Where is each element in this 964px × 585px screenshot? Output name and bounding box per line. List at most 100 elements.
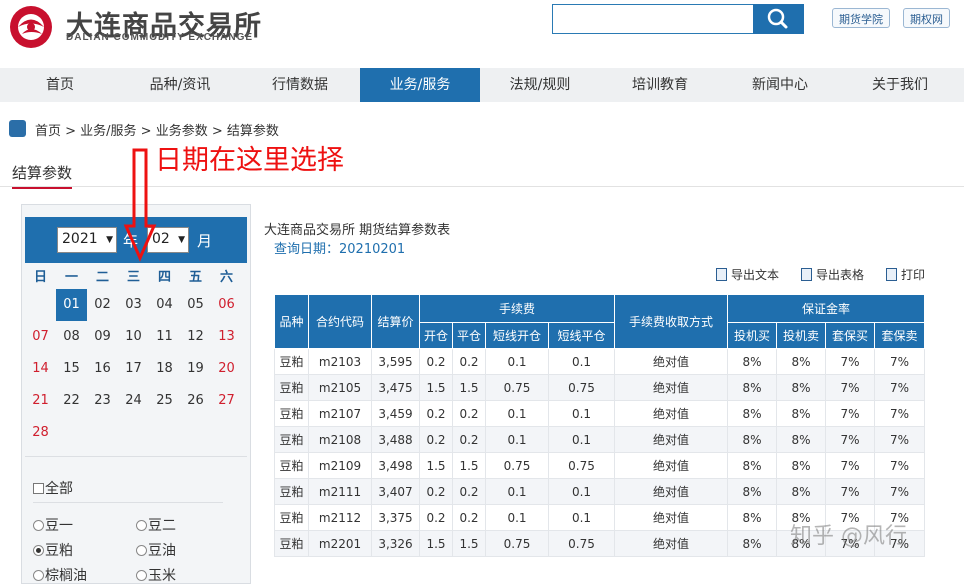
calendar-day[interactable]: 27 (211, 385, 242, 417)
calendar-week: 28 (25, 417, 247, 449)
document-icon (716, 268, 727, 281)
calendar-day[interactable]: 15 (56, 353, 87, 385)
table-cell: 0.75 (548, 452, 615, 479)
variety-radio[interactable]: 豆二 (136, 515, 176, 535)
col-close: 平仓 (452, 322, 486, 349)
table-cell: 0.75 (548, 374, 615, 401)
calendar-empty-cell (87, 417, 118, 449)
calendar-day[interactable]: 21 (25, 385, 56, 417)
table-cell: 0.2 (452, 426, 486, 453)
nav-business[interactable]: 业务/服务 (360, 68, 480, 102)
table-cell: 1.5 (419, 530, 453, 557)
main-nav: 首页 品种/资讯 行情数据 业务/服务 法规/规则 培训教育 新闻中心 关于我们 (0, 68, 964, 102)
table-cell: m2111 (308, 478, 372, 505)
table-cell: m2109 (308, 452, 372, 479)
table-cell: 0.2 (452, 348, 486, 375)
table-cell: 3,326 (371, 530, 420, 557)
export-text-button[interactable]: 导出文本 (716, 266, 779, 283)
table-cell: 3,375 (371, 504, 420, 531)
table-row: 豆粕 m2107 3,459 0.2 0.2 0.1 0.1 绝对值 8% 8% 7% 7% (274, 400, 925, 427)
calendar-day[interactable]: 16 (87, 353, 118, 385)
select-all-checkbox[interactable]: 全部 (33, 478, 73, 498)
col-margin-group: 保证金率 (727, 294, 925, 323)
print-button[interactable]: 打印 (886, 266, 925, 283)
variety-radio[interactable]: 豆粕 (33, 540, 73, 560)
variety-radio[interactable]: 棕榈油 (33, 565, 87, 585)
calendar-day[interactable]: 02 (87, 289, 118, 321)
logo[interactable]: 大连商品交易所 DALIAN COMMODITY EXCHANGE (8, 2, 268, 52)
calendar-week: 14 15 16 17 18 19 20 (25, 353, 247, 385)
futures-academy-link[interactable]: 期货学院 (832, 8, 890, 28)
variety-label: 豆粕 (45, 543, 73, 559)
search-icon (767, 8, 788, 29)
nav-home[interactable]: 首页 (0, 68, 120, 102)
table-cell: 3,595 (371, 348, 420, 375)
table-cell: 3,475 (371, 374, 420, 401)
calendar-day[interactable]: 09 (87, 321, 118, 353)
variety-label: 豆油 (148, 543, 176, 559)
month-unit: 月 (197, 232, 213, 250)
table-title: 大连商品交易所 期货结算参数表 (264, 223, 451, 238)
calendar-day[interactable]: 06 (211, 289, 242, 321)
calendar-empty-cell (56, 417, 87, 449)
col-variety: 品种 (274, 294, 309, 349)
calendar-day[interactable]: 19 (180, 353, 211, 385)
options-site-link[interactable]: 期权网 (903, 8, 950, 28)
calendar-day[interactable]: 26 (180, 385, 211, 417)
table-cell: 8% (776, 400, 826, 427)
nav-training[interactable]: 培训教育 (600, 68, 720, 102)
col-hedge-sell: 套保卖 (874, 322, 925, 349)
calendar-day[interactable]: 08 (56, 321, 87, 353)
table-cell: m2112 (308, 504, 372, 531)
variety-radio[interactable]: 豆油 (136, 540, 176, 560)
weekday-label: 六 (219, 270, 233, 285)
annotation-text: 日期在这里选择 (155, 145, 344, 176)
table-cell: 绝对值 (614, 504, 728, 531)
chevron-down-icon: ▼ (178, 235, 185, 245)
radio-icon (33, 570, 44, 581)
table-cell: 8% (727, 504, 777, 531)
export-text-label: 导出文本 (731, 268, 780, 282)
search-button[interactable] (753, 4, 804, 34)
nav-market-data[interactable]: 行情数据 (240, 68, 360, 102)
table-cell: 7% (874, 478, 925, 505)
table-cell: 3,498 (371, 452, 420, 479)
calendar-day[interactable]: 14 (25, 353, 56, 385)
nav-about[interactable]: 关于我们 (840, 68, 960, 102)
calendar-day[interactable]: 12 (180, 321, 211, 353)
variety-radio[interactable]: 豆一 (33, 515, 73, 535)
nav-rules[interactable]: 法规/规则 (480, 68, 600, 102)
col-hedge-buy: 套保买 (825, 322, 875, 349)
variety-radio[interactable]: 玉米 (136, 565, 176, 585)
table-cell: 1.5 (419, 452, 453, 479)
calendar-day[interactable]: 22 (56, 385, 87, 417)
calendar-day[interactable]: 07 (25, 321, 56, 353)
variety-label: 豆二 (148, 518, 176, 534)
table-cell: 0.2 (452, 478, 486, 505)
calendar-day[interactable]: 18 (149, 353, 180, 385)
calendar-day[interactable]: 13 (211, 321, 242, 353)
calendar-day[interactable]: 28 (25, 417, 56, 449)
table-cell: 豆粕 (274, 530, 309, 557)
calendar-day[interactable]: 25 (149, 385, 180, 417)
table-cell: m2108 (308, 426, 372, 453)
calendar-day[interactable]: 24 (118, 385, 149, 417)
nav-news[interactable]: 新闻中心 (720, 68, 840, 102)
calendar-day[interactable]: 11 (149, 321, 180, 353)
calendar-day[interactable]: 01 (56, 289, 87, 321)
table-cell: 0.1 (485, 478, 549, 505)
calendar-day[interactable]: 05 (180, 289, 211, 321)
table-row: 豆粕 m2105 3,475 1.5 1.5 0.75 0.75 绝对值 8% 8% 7% 7% (274, 374, 925, 401)
calendar-day[interactable]: 17 (118, 353, 149, 385)
breadcrumb[interactable]: 首页 > 业务/服务 > 业务参数 > 结算参数 (35, 120, 279, 139)
export-table-button[interactable]: 导出表格 (801, 266, 864, 283)
nav-products[interactable]: 品种/资讯 (120, 68, 240, 102)
calendar-day[interactable]: 20 (211, 353, 242, 385)
table-cell: 0.2 (452, 504, 486, 531)
year-select[interactable]: 2021 ▼ (57, 227, 117, 253)
calendar-day[interactable]: 23 (87, 385, 118, 417)
calendar-empty-cell (25, 289, 56, 321)
table-cell: 豆粕 (274, 452, 309, 479)
search-input[interactable] (552, 4, 754, 34)
calendar-day[interactable]: 10 (118, 321, 149, 353)
